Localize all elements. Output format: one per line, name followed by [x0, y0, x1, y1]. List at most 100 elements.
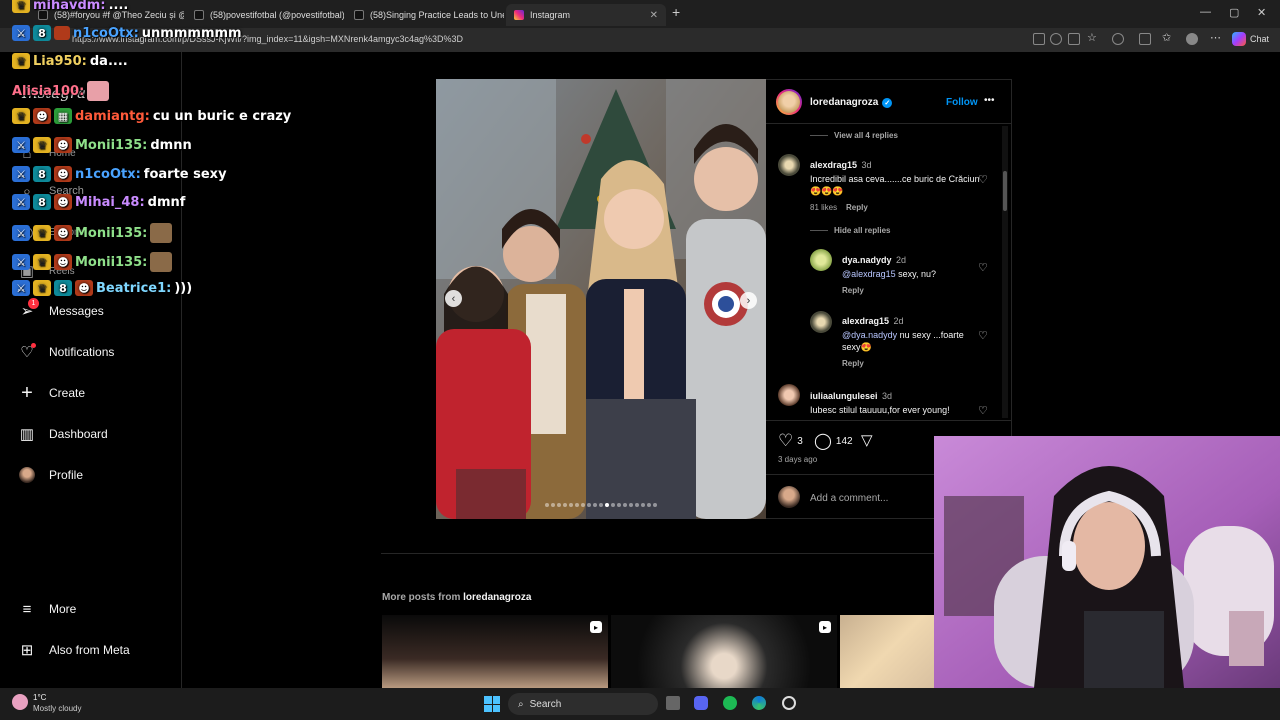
reply-button[interactable]: Reply	[842, 286, 982, 295]
commenter-avatar[interactable]	[810, 311, 832, 333]
comment-mention[interactable]: @alexdrag15	[842, 269, 896, 279]
more-posts-author[interactable]: loredanagroza	[463, 592, 531, 603]
heart-icon: ♡	[18, 343, 36, 361]
read-aloud-icon[interactable]	[1068, 33, 1080, 45]
more-post-thumbnail[interactable]: ▸	[611, 615, 837, 688]
emote-icon	[150, 223, 173, 243]
hide-replies-label: Hide all replies	[834, 226, 891, 235]
carousel-prev-button[interactable]: ‹	[445, 290, 462, 307]
taskbar-search[interactable]: ⌕ Search	[508, 693, 658, 715]
close-tab-icon[interactable]: ✕	[650, 10, 658, 21]
settings-menu-icon[interactable]: ⋯	[1210, 31, 1222, 44]
chat-message: ⚔ 8 n1coOtx: unmmmmmm	[12, 25, 242, 41]
emote-badge-icon: ☻	[54, 166, 72, 182]
like-comment-icon[interactable]: ♡	[978, 261, 988, 274]
tab-label: (58)Singing Practice Leads to Une	[370, 10, 504, 20]
sidebar-item-also-from-meta[interactable]: ⊞ Also from Meta	[18, 641, 130, 659]
sword-badge-icon: ⚔	[12, 254, 30, 270]
share-icon[interactable]: ▽	[861, 431, 873, 449]
comment-button[interactable]: ◯ 142	[814, 431, 853, 451]
maximize-icon[interactable]: ▢	[1229, 6, 1239, 19]
chat-text: foarte sexy	[143, 166, 227, 182]
chat-username: Lia950:	[33, 53, 87, 69]
favorite-star-icon[interactable]: ☆	[1087, 31, 1099, 44]
profile-avatar-icon[interactable]	[1186, 33, 1198, 45]
sidebar-item-messages[interactable]: ➢ 1 Messages	[18, 298, 104, 320]
sidebar-item-dashboard[interactable]: ▥ Dashboard	[18, 425, 108, 443]
browser-tab-bar: (58)#foryou #f @Theo Zeciu și @ ✕ (58)po…	[0, 0, 1280, 28]
file-explorer-icon[interactable]	[666, 696, 680, 710]
comment-username[interactable]: alexdrag15	[810, 160, 857, 170]
hide-replies-link[interactable]: Hide all replies	[810, 226, 890, 235]
more-post-thumbnail[interactable]: ▸	[382, 615, 608, 688]
scrollbar-thumb[interactable]	[1003, 171, 1007, 211]
carousel-next-button[interactable]: ›	[740, 292, 757, 309]
reply-line	[810, 230, 828, 231]
sidebar-item-profile[interactable]: Profile	[18, 466, 83, 484]
comment-username[interactable]: dya.nadydy	[842, 255, 892, 265]
comment-username[interactable]: iuliaalungulesei	[810, 391, 878, 401]
post-photo-illustration	[436, 79, 766, 519]
weather-icon[interactable]	[12, 694, 28, 710]
carousel-dot	[575, 503, 579, 507]
close-window-icon[interactable]: ✕	[1257, 6, 1266, 19]
commenter-avatar[interactable]	[778, 154, 800, 176]
carousel-dot	[569, 503, 573, 507]
add-comment-input[interactable]: Add a comment...	[810, 493, 888, 504]
sidebar-item-notifications[interactable]: ♡ Notifications	[18, 343, 114, 361]
comments-scrollbar[interactable]	[1002, 126, 1008, 418]
more-post-thumbnail[interactable]	[840, 615, 934, 688]
like-comment-icon[interactable]: ♡	[978, 329, 988, 342]
weather-temperature[interactable]: 1°C	[33, 693, 46, 702]
emote-badge-icon: ☻	[33, 108, 51, 124]
reply-button[interactable]: Reply	[846, 203, 868, 212]
minimize-icon[interactable]: —	[1200, 6, 1211, 18]
author-username[interactable]: loredanagroza	[810, 97, 878, 108]
windows-start-icon[interactable]	[484, 696, 500, 712]
copilot-button[interactable]: Chat	[1232, 32, 1269, 46]
like-comment-icon[interactable]: ♡	[978, 173, 988, 186]
extensions-icon[interactable]	[1139, 33, 1151, 45]
sword-badge-icon: ⚔	[12, 25, 30, 41]
spotify-icon[interactable]	[723, 696, 737, 710]
comment-time: 3d	[861, 160, 872, 170]
tiktok-icon	[354, 10, 364, 20]
new-tab-button[interactable]: +	[672, 4, 680, 20]
view-replies-link[interactable]: View all 4 replies	[810, 131, 898, 140]
favorites-icon[interactable]: ✩	[1162, 31, 1174, 44]
browser-tab[interactable]: (58)povestifotbal (@povestifotbal) ✕	[186, 4, 344, 26]
copilot-icon	[1232, 32, 1246, 46]
chat-message: ♛ ☻ ▦ damiantg: cu un buric e crazy	[12, 108, 291, 124]
apps-icon[interactable]	[1033, 33, 1045, 45]
edge-icon[interactable]	[752, 696, 766, 710]
commenter-avatar[interactable]	[810, 249, 832, 271]
sidebar-item-more[interactable]: ≡ More	[18, 600, 77, 618]
commenter-avatar[interactable]	[778, 384, 800, 406]
crown-badge-icon: ♛	[33, 280, 51, 296]
author-name-row[interactable]: loredanagroza ✓	[810, 97, 893, 108]
like-button[interactable]: ♡ 3	[778, 431, 803, 451]
author-avatar[interactable]	[776, 89, 802, 115]
chat-username: n1coOtx:	[73, 25, 139, 41]
obs-icon[interactable]	[782, 696, 796, 710]
refresh-icon[interactable]	[1112, 33, 1124, 45]
gift-badge-icon: ▦	[54, 108, 72, 124]
comment-likes[interactable]: 81 likes	[810, 203, 837, 212]
chat-username: Monii135:	[75, 254, 148, 270]
like-comment-icon[interactable]: ♡	[978, 404, 988, 417]
chat-text: unmmmmmm	[141, 25, 242, 41]
emote-badge-icon: ☻	[54, 137, 72, 153]
comment-username[interactable]: alexdrag15	[842, 316, 889, 326]
browser-tab-active[interactable]: Instagram ✕	[506, 4, 666, 26]
chat-username: Beatrice1:	[96, 280, 172, 296]
post-image[interactable]: ‹ ›	[436, 79, 766, 519]
comment-mention[interactable]: @dya.nadydy	[842, 330, 897, 340]
follow-button[interactable]: Follow	[946, 97, 978, 108]
sidebar-item-create[interactable]: + Create	[18, 382, 85, 404]
weather-description[interactable]: Mostly cloudy	[33, 704, 81, 713]
browser-tab[interactable]: (58)Singing Practice Leads to Une ✕	[346, 4, 504, 26]
reply-button[interactable]: Reply	[842, 359, 982, 368]
more-options-icon[interactable]: •••	[984, 95, 995, 106]
zoom-icon[interactable]	[1050, 33, 1062, 45]
discord-icon[interactable]	[694, 696, 708, 710]
